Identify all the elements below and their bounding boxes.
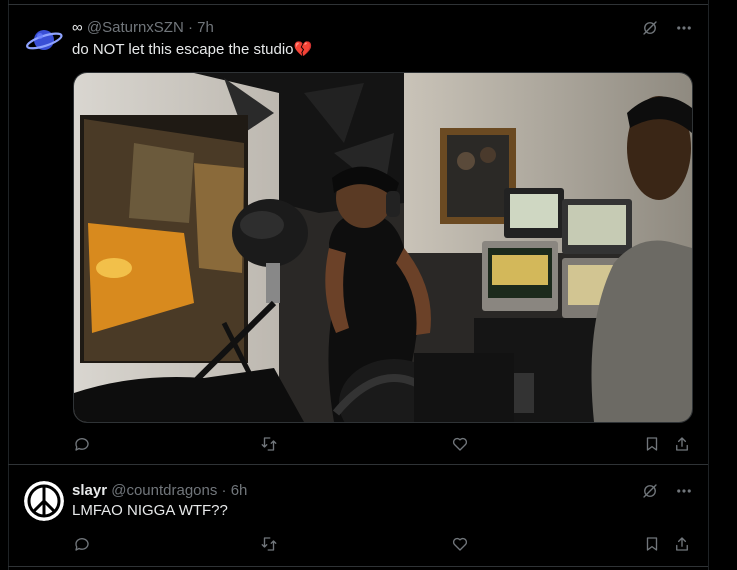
saturn-planet-icon bbox=[24, 20, 64, 60]
display-name[interactable]: slayr bbox=[72, 482, 107, 499]
post-actions bbox=[72, 432, 694, 456]
bookmark-icon[interactable] bbox=[642, 434, 662, 454]
more-icon[interactable] bbox=[674, 18, 694, 38]
post-text-content: do NOT let this escape the studio bbox=[72, 41, 294, 58]
avatar[interactable] bbox=[24, 481, 64, 521]
column-border-right bbox=[708, 0, 709, 570]
post-divider bbox=[8, 464, 708, 465]
repost-icon[interactable] bbox=[259, 434, 279, 454]
top-divider bbox=[8, 4, 708, 5]
display-name[interactable]: ∞ bbox=[72, 19, 83, 36]
like-icon[interactable] bbox=[450, 434, 470, 454]
separator: · bbox=[221, 482, 227, 499]
post-actions bbox=[72, 532, 694, 556]
share-icon[interactable] bbox=[672, 434, 692, 454]
handle[interactable]: @SaturnxSZN bbox=[87, 19, 184, 36]
grok-icon[interactable] bbox=[640, 481, 660, 501]
like-icon[interactable] bbox=[450, 534, 470, 554]
bottom-divider bbox=[8, 566, 708, 567]
share-icon[interactable] bbox=[672, 534, 692, 554]
reply-icon[interactable] bbox=[72, 434, 92, 454]
handle[interactable]: @countdragons bbox=[111, 482, 217, 499]
post-header: slayr @countdragons · 6h bbox=[72, 481, 247, 501]
post-menu-area bbox=[640, 18, 694, 38]
timestamp[interactable]: 7h bbox=[197, 19, 214, 36]
grok-icon[interactable] bbox=[640, 18, 660, 38]
bookmark-icon[interactable] bbox=[642, 534, 662, 554]
broken-heart-emoji: 💔 bbox=[293, 41, 313, 58]
reply-icon[interactable] bbox=[72, 534, 92, 554]
studio-photo bbox=[74, 73, 692, 422]
post-1[interactable]: ∞ @SaturnxSZN · 7h do NOT let this escap… bbox=[8, 18, 708, 464]
peace-sign-icon bbox=[24, 481, 64, 521]
post-media-video[interactable] bbox=[73, 72, 693, 423]
separator: · bbox=[187, 19, 193, 36]
post-text: LMFAO NIGGA WTF?? bbox=[72, 502, 228, 519]
repost-icon[interactable] bbox=[259, 534, 279, 554]
post-header: ∞ @SaturnxSZN · 7h bbox=[72, 18, 214, 38]
more-icon[interactable] bbox=[674, 481, 694, 501]
post-menu-area bbox=[640, 481, 694, 501]
post-2[interactable]: slayr @countdragons · 6h LMFAO NIGGA WTF… bbox=[8, 481, 708, 567]
post-text: do NOT let this escape the studio💔 bbox=[72, 40, 312, 60]
avatar[interactable] bbox=[24, 20, 64, 60]
timestamp[interactable]: 6h bbox=[231, 482, 248, 499]
